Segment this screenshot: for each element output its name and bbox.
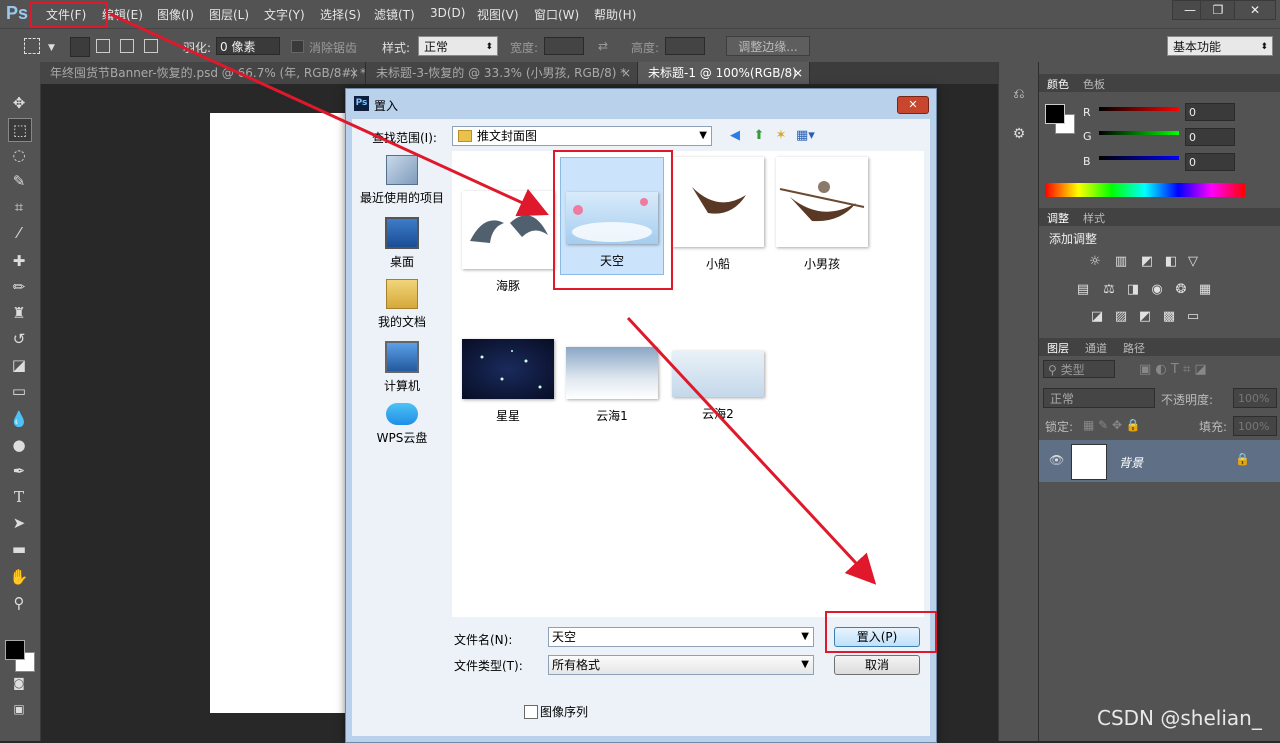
watermark: CSDN @shelian_: [1097, 706, 1262, 730]
arrow-sky-to-place: [626, 316, 877, 585]
arrow-file-to-sky: [109, 12, 549, 217]
annotation-arrows: [109, 12, 877, 585]
